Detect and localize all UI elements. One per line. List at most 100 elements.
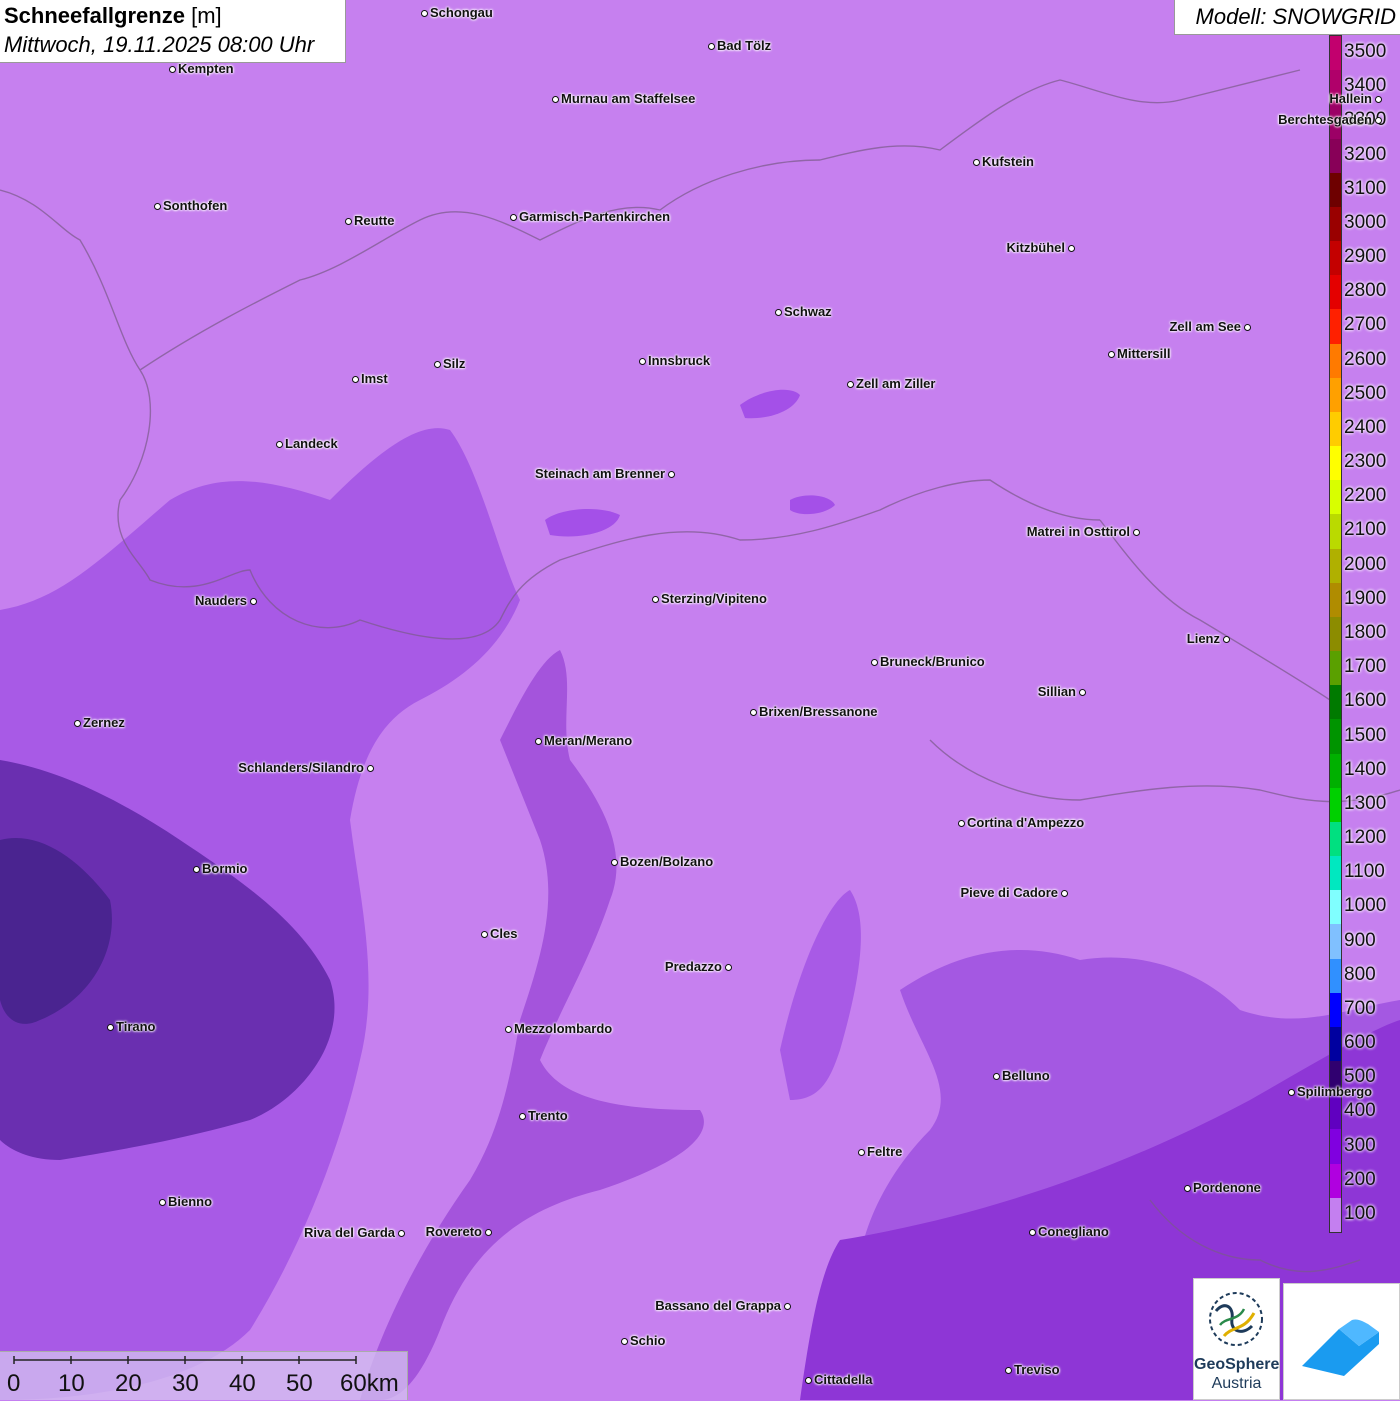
legend-color-swatch (1330, 753, 1341, 789)
city-label: Kempten (178, 61, 234, 76)
legend-color-swatch (1330, 958, 1341, 994)
legend-color-swatch (1330, 1163, 1341, 1199)
variable-name: Schneefallgrenze (4, 3, 185, 28)
city-label: Mittersill (1117, 346, 1171, 361)
legend-label: 1700 (1344, 656, 1387, 678)
map-title: Schneefallgrenze [m] (4, 2, 341, 30)
city-label: Zell am Ziller (856, 376, 936, 391)
city-label: Schwaz (784, 304, 832, 319)
city-dot-icon (610, 858, 618, 866)
city-dot-icon (344, 217, 352, 225)
city-dot-icon (1028, 1228, 1036, 1236)
city-label: Bormio (202, 861, 248, 876)
city-dot-icon (192, 865, 200, 873)
city-label: Innsbruck (648, 353, 711, 368)
city-label: Bienno (168, 1194, 213, 1209)
city-label: Sillian (1037, 684, 1076, 699)
scale-label-20: 20 (115, 1370, 142, 1397)
color-legend: 3500 3400 3300 3200 3100 3000 2900 2800 2700 2600… (1329, 35, 1400, 1233)
city-label: Trento (528, 1108, 568, 1123)
city-label: Pordenone (1193, 1180, 1261, 1195)
city-dot-icon (534, 737, 542, 745)
city-label: Steinach am Brenner (534, 466, 665, 481)
legend-color-bar (1329, 35, 1342, 1233)
legend-color-swatch (1330, 924, 1341, 960)
legend-label: 2300 (1344, 451, 1387, 473)
city-dot-icon (153, 202, 161, 210)
legend-color-swatch (1330, 36, 1341, 71)
city-dot-icon (1222, 635, 1230, 643)
legend-label: 2700 (1344, 314, 1387, 336)
legend-color-swatch (1330, 856, 1341, 891)
legend-label: 3200 (1344, 143, 1387, 165)
city-dot-icon (484, 1228, 492, 1236)
city-dot-icon (957, 819, 965, 827)
legend-color-swatch (1330, 309, 1341, 345)
city-dot-icon (366, 764, 374, 772)
legend-color-swatch (1330, 480, 1341, 515)
scale-label-0: 0 (7, 1370, 21, 1397)
legend-color-swatch (1330, 514, 1341, 550)
legend-label: 3500 (1344, 41, 1387, 63)
legend-label: 1200 (1344, 827, 1387, 849)
city-label: Imst (361, 371, 388, 386)
legend-color-swatch (1330, 241, 1341, 276)
geosphere-name: GeoSphere (1194, 1356, 1280, 1373)
city-dot-icon (992, 1072, 1000, 1080)
city-label: Sonthofen (163, 198, 228, 213)
city-dot-icon (106, 1023, 114, 1031)
city-label: Schio (630, 1333, 666, 1348)
city-label: Matrei in Osttirol (1026, 524, 1130, 539)
city-label: Pieve di Cadore (960, 885, 1058, 900)
legend-label: 1900 (1344, 587, 1387, 609)
city-label: Sterzing/Vipiteno (661, 591, 767, 606)
legend-color-swatch (1330, 1197, 1341, 1233)
forecast-datetime: Mittwoch, 19.11.2025 08:00 Uhr (4, 32, 315, 57)
city-label: Silz (443, 356, 466, 371)
legend-color-swatch (1330, 446, 1341, 481)
city-label: Nauders (194, 593, 247, 608)
city-label: Treviso (1014, 1362, 1060, 1377)
city-dot-icon (433, 360, 441, 368)
geosphere-logo[interactable]: GeoSphere Austria (1193, 1278, 1280, 1400)
scale-bar: 0 10 20 30 40 50 60km (0, 1351, 408, 1400)
legend-label: 400 (1344, 1100, 1376, 1122)
legend-color-swatch (1330, 582, 1341, 618)
city-label: Feltre (867, 1144, 903, 1159)
city-dot-icon (518, 1112, 526, 1120)
city-dot-icon (804, 1376, 812, 1384)
city-dot-icon (1183, 1184, 1191, 1192)
city-label: Conegliano (1038, 1224, 1109, 1239)
legend-color-swatch (1330, 1095, 1341, 1130)
city-dot-icon (707, 42, 715, 50)
title-box: Schneefallgrenze [m] Mittwoch, 19.11.202… (0, 0, 346, 63)
app-logo[interactable] (1283, 1283, 1400, 1400)
city-label: Hallein (1329, 91, 1372, 106)
city-dot-icon (1132, 528, 1140, 536)
geosphere-country: Austria (1211, 1375, 1262, 1392)
city-label: Mezzolombardo (514, 1021, 613, 1036)
city-dot-icon (972, 158, 980, 166)
model-label: Modell: SNOWGRID (1174, 0, 1400, 35)
city-dot-icon (1067, 244, 1075, 252)
city-label: Spilimbergo (1297, 1084, 1373, 1099)
legend-label: 700 (1344, 997, 1376, 1019)
scale-label-40: 40 (229, 1370, 256, 1397)
legend-color-swatch (1330, 138, 1341, 174)
city-dot-icon (783, 1302, 791, 1310)
city-label: Bassano del Grappa (655, 1298, 781, 1313)
legend-color-swatch (1330, 411, 1341, 447)
legend-label: 900 (1344, 929, 1376, 951)
legend-label: 1800 (1344, 622, 1387, 643)
legend-label: 200 (1344, 1168, 1376, 1190)
city-dot-icon (351, 375, 359, 383)
city-dot-icon (509, 213, 517, 221)
legend-color-swatch (1330, 616, 1341, 652)
city-dot-icon (846, 380, 854, 388)
city-label: Schlanders/Silandro (238, 760, 364, 775)
legend-label: 1100 (1344, 861, 1385, 883)
legend-color-swatch (1330, 1129, 1341, 1165)
city-label: Brixen/Bressanone (759, 704, 878, 719)
city-dot-icon (397, 1229, 405, 1237)
city-dot-icon (620, 1337, 628, 1345)
